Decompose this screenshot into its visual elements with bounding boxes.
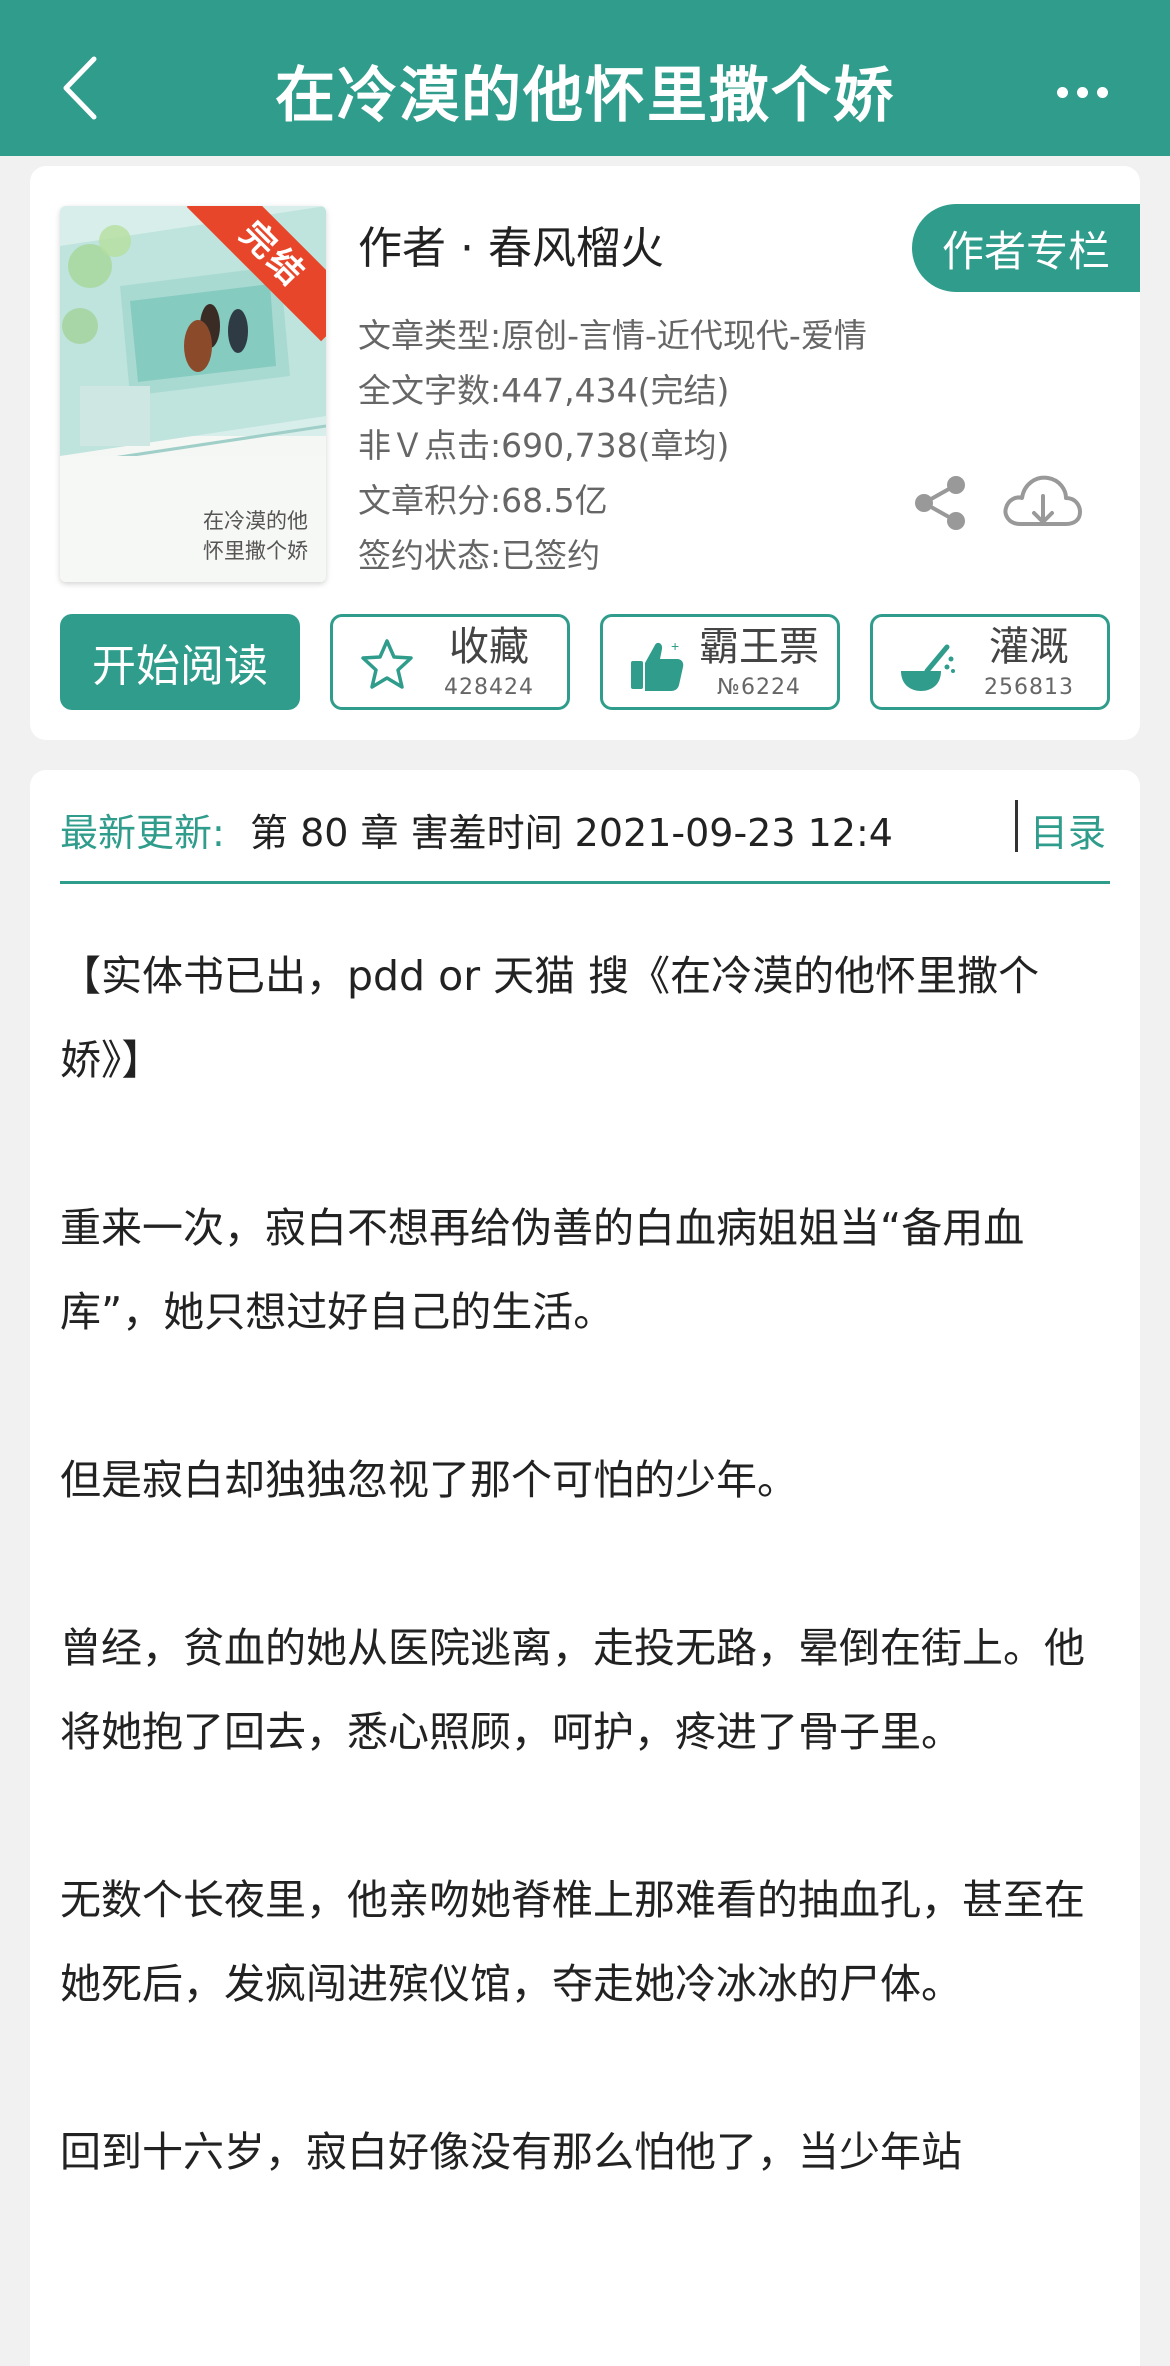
action-row: 开始阅读 收藏 428424 + 霸王票 №6224 灌溉 256813 [60, 614, 1110, 710]
top-app-bar: 在冷漠的他怀里撒个娇 [0, 0, 1170, 156]
overlord-ticket-button[interactable]: + 霸王票 №6224 [600, 614, 840, 710]
meta-word-count: 全文字数:447,434(完结) [358, 371, 730, 410]
latest-update-label: 最新更新: [60, 811, 225, 855]
star-icon [361, 639, 413, 689]
favorite-count: 428424 [444, 675, 534, 700]
svg-text:+: + [671, 638, 679, 654]
synopsis-card: 最新更新: 第 80 章 害羞时间 2021-09-23 12:4 目录 【实体… [30, 770, 1140, 2366]
back-button[interactable] [52, 52, 108, 124]
share-button[interactable] [910, 472, 972, 534]
book-info-card: 完结 在冷漠的他怀里撒个娇 作者 · 春风榴火 作者专栏 文章类型:原创-言情-… [30, 166, 1140, 740]
synopsis-paragraph: 重来一次，寂白不想再给伪善的白血病姐姐当“备用血库”，她只想过好自己的生活。 [60, 1204, 1025, 1336]
meta-type: 文章类型:原创-言情-近代现代-爱情 [358, 316, 867, 355]
download-button[interactable] [1000, 466, 1084, 538]
favorite-button[interactable]: 收藏 428424 [330, 614, 570, 710]
latest-chapter-link[interactable]: 第 80 章 害羞时间 2021-09-23 12:4 [250, 802, 990, 857]
synopsis-paragraph: 无数个长夜里，他亲吻她脊椎上那难看的抽血孔，甚至在她死后，发疯闯进殡仪馆，夺走她… [60, 1876, 1085, 2008]
meta-contract: 签约状态:已签约 [358, 536, 601, 575]
table-of-contents-link[interactable]: 目录 [1030, 802, 1106, 857]
meta-clicks: 非Ｖ点击:690,738(章均) [358, 426, 730, 465]
watering-flask-icon [901, 644, 955, 691]
favorite-label: 收藏 [449, 624, 529, 670]
author-name[interactable]: 作者 · 春风榴火 [358, 212, 664, 276]
overlord-ticket-label: 霸王票 [699, 624, 819, 670]
latest-update-bar: 最新更新: 第 80 章 害羞时间 2021-09-23 12:4 目录 [60, 770, 1110, 884]
start-reading-button[interactable]: 开始阅读 [60, 614, 300, 710]
cloud-download-icon [1003, 475, 1082, 526]
more-dots-icon [1056, 86, 1068, 98]
chevron-left-icon [63, 56, 97, 120]
synopsis-paragraph: 回到十六岁，寂白好像没有那么怕他了，当少年站 [60, 2128, 962, 2176]
synopsis-paragraph: 【实体书已出，pdd or 天猫 搜《在冷漠的他怀里撒个娇》】 [60, 952, 1040, 1084]
more-button[interactable] [1050, 70, 1114, 114]
meta-score: 文章积分:68.5亿 [358, 481, 608, 520]
cover-title: 在冷漠的他怀里撒个娇 [203, 509, 308, 563]
thumbs-up-icon: + [631, 638, 684, 691]
irrigate-count: 256813 [984, 675, 1074, 700]
irrigate-button[interactable]: 灌溉 256813 [870, 614, 1110, 710]
synopsis-paragraph: 但是寂白却独独忽视了那个可怕的少年。 [60, 1456, 798, 1504]
book-cover[interactable]: 完结 在冷漠的他怀里撒个娇 [60, 206, 326, 582]
overlord-ticket-count: №6224 [717, 675, 801, 700]
synopsis-paragraph: 曾经，贫血的她从医院逃离，走投无路，晕倒在街上。他将她抱了回去，悉心照顾，呵护，… [60, 1624, 1085, 1756]
share-icon [915, 476, 965, 530]
page-title: 在冷漠的他怀里撒个娇 [275, 60, 895, 131]
divider [1015, 800, 1018, 852]
synopsis-text: 【实体书已出，pdd or 天猫 搜《在冷漠的他怀里撒个娇》】 重来一次，寂白不… [60, 934, 1120, 2278]
book-meta: 文章类型:原创-言情-近代现代-爱情 全文字数:447,434(完结) 非Ｖ点击… [358, 308, 918, 583]
irrigate-label: 灌溉 [989, 624, 1069, 670]
author-column-button[interactable]: 作者专栏 [912, 204, 1140, 292]
